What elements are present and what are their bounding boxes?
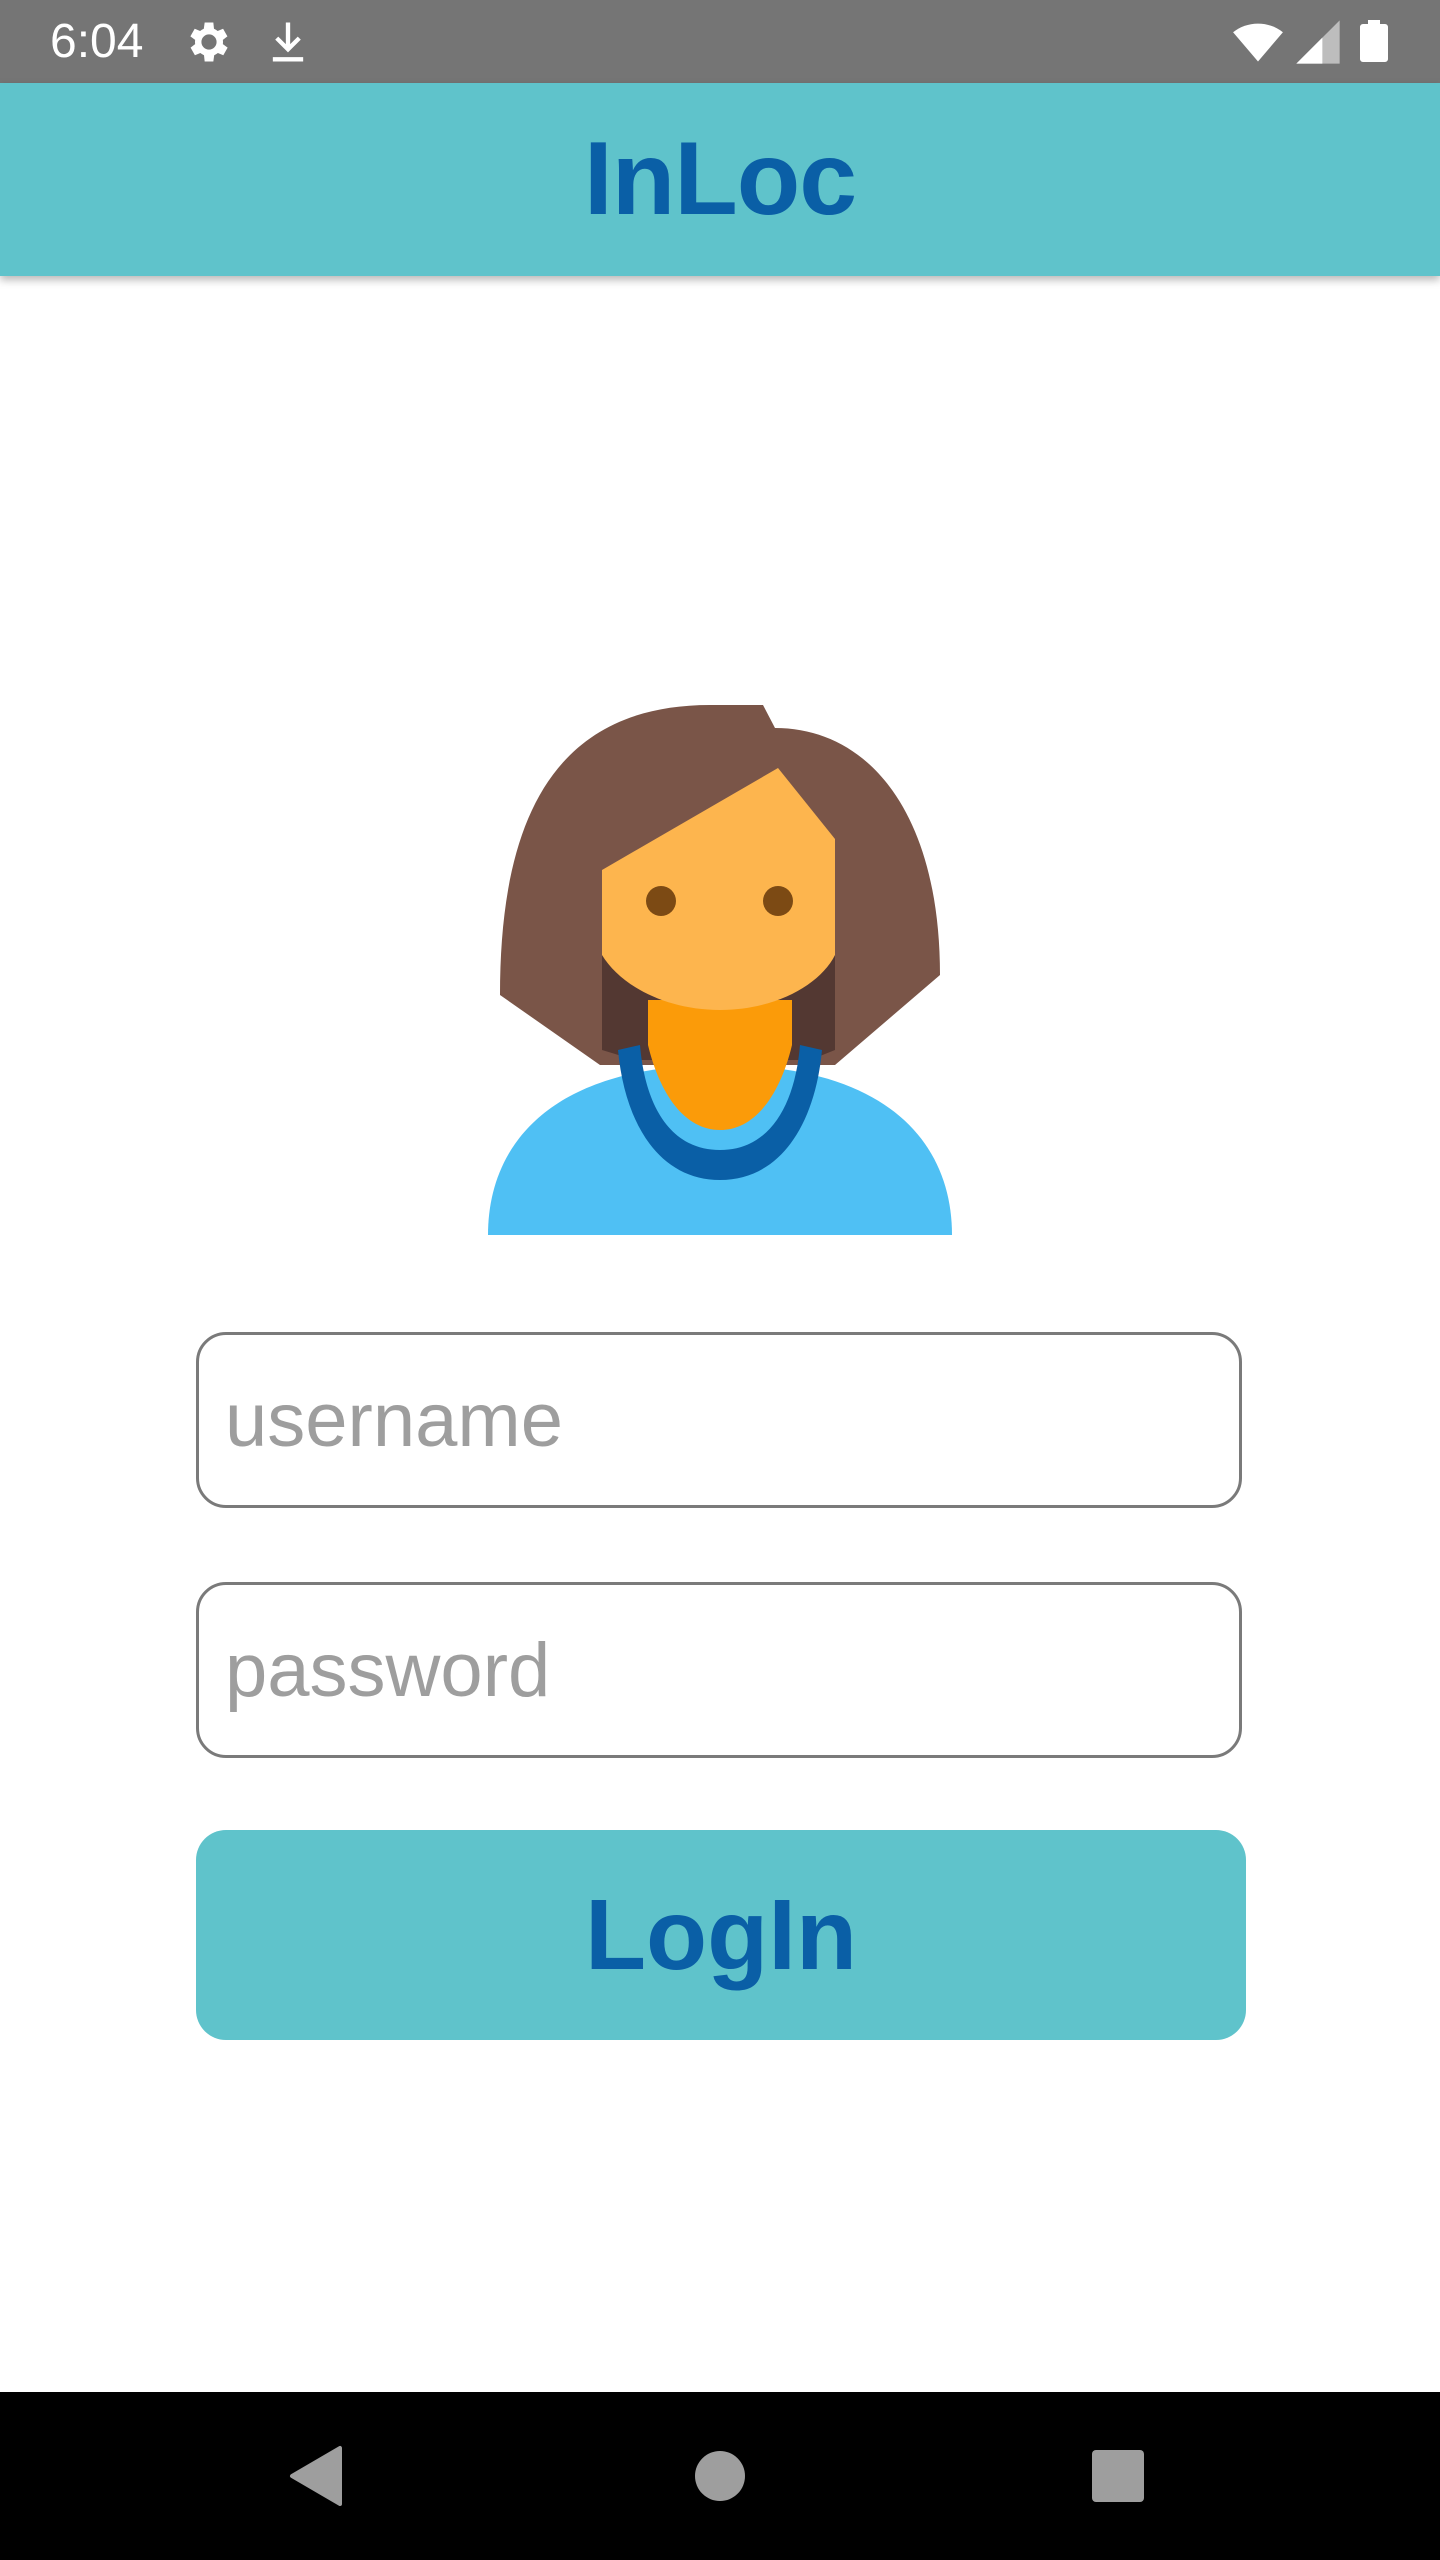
woman-avatar-icon — [480, 645, 960, 1245]
login-button[interactable]: LogIn — [196, 1830, 1246, 2040]
password-input[interactable] — [199, 1585, 1239, 1755]
username-input[interactable] — [199, 1335, 1239, 1505]
status-time: 6:04 — [50, 15, 144, 68]
app-title: InLoc — [583, 121, 857, 237]
login-screen: 6:04 InLoc username LogIn — [0, 0, 1440, 2560]
wifi-icon — [1228, 16, 1288, 68]
battery-icon — [1350, 16, 1398, 68]
back-icon[interactable] — [268, 2426, 368, 2526]
recents-icon[interactable] — [1068, 2426, 1168, 2526]
app-bar: InLoc — [0, 83, 1440, 276]
password-field[interactable] — [196, 1582, 1242, 1758]
username-field[interactable] — [196, 1332, 1242, 1508]
home-icon[interactable] — [670, 2426, 770, 2526]
download-icon — [262, 16, 314, 68]
navigation-bar — [0, 2392, 1440, 2560]
status-bar: 6:04 — [0, 0, 1440, 83]
login-button-label: LogIn — [584, 1878, 858, 1991]
gear-icon — [183, 16, 235, 68]
cell-signal-icon — [1292, 16, 1344, 68]
